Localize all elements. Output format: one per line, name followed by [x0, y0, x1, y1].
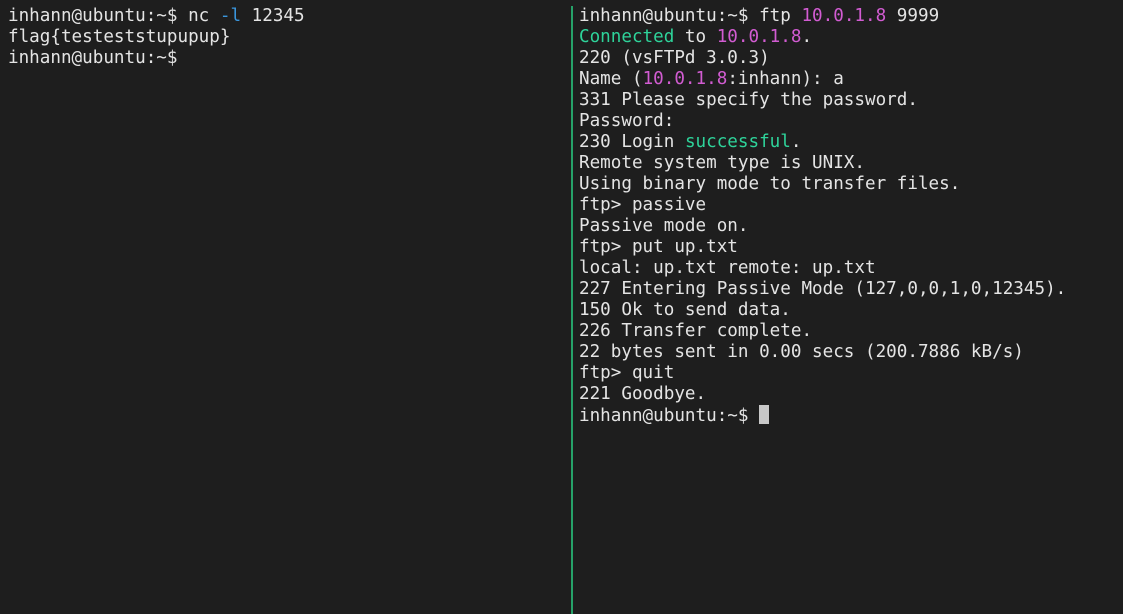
terminal-text-segment: local: up.txt remote: up.txt [579, 258, 876, 278]
terminal-text-segment: Password: [579, 111, 675, 131]
terminal-line: inhann@ubuntu:~$ [579, 405, 1119, 426]
terminal-text-segment: -l [219, 6, 242, 26]
terminal-window[interactable]: inhann@ubuntu:~$ nc -l 12345 flag{testest… [0, 0, 1123, 614]
text-cursor [759, 405, 770, 424]
terminal-text-segment: inhann@ubuntu:~$ ftp [579, 6, 802, 26]
terminal-line: inhann@ubuntu:~$ [8, 48, 563, 69]
terminal-text-segment: Passive mode on. [579, 216, 749, 236]
terminal-line: 221 Goodbye. [579, 384, 1119, 405]
terminal-line: local: up.txt remote: up.txt [579, 258, 1119, 279]
terminal-text-segment: ftp> put up.txt [579, 237, 738, 257]
terminal-text-segment: 12345 [241, 6, 305, 26]
pane-divider[interactable] [571, 0, 573, 614]
terminal-text-segment: Name ( [579, 69, 643, 89]
terminal-text-segment: :inhann): a [727, 69, 844, 89]
terminal-line: Name (10.0.1.8:inhann): a [579, 69, 1119, 90]
terminal-text-segment: to [674, 27, 717, 47]
terminal-line: 150 Ok to send data. [579, 300, 1119, 321]
terminal-line: Connected to 10.0.1.8. [579, 27, 1119, 48]
left-terminal-pane[interactable]: inhann@ubuntu:~$ nc -l 12345 flag{testest… [8, 6, 563, 69]
terminal-text-segment: inhann@ubuntu:~$ nc [8, 6, 220, 26]
terminal-line: 22 bytes sent in 0.00 secs (200.7886 kB/… [579, 342, 1119, 363]
terminal-text-segment: 221 Goodbye. [579, 384, 707, 404]
terminal-text-segment: ftp> quit [579, 363, 675, 383]
terminal-line: inhann@ubuntu:~$ ftp 10.0.1.8 9999 [579, 6, 1119, 27]
terminal-text-segment: flag{testeststupupup} [8, 27, 231, 47]
terminal-text-segment: Connected [579, 27, 675, 47]
terminal-line: 220 (vsFTPd 3.0.3) [579, 48, 1119, 69]
terminal-text-segment: inhann@ubuntu:~$ [8, 48, 178, 68]
terminal-line: Remote system type is UNIX. [579, 153, 1119, 174]
terminal-text-segment: ftp> passive [579, 195, 707, 215]
terminal-line: flag{testeststupupup} [8, 27, 563, 48]
terminal-text-segment: Using binary mode to transfer files. [579, 174, 961, 194]
terminal-text-segment: 230 Login [579, 132, 685, 152]
terminal-line: 230 Login successful. [579, 132, 1119, 153]
terminal-text-segment: . [790, 132, 802, 152]
terminal-line: ftp> passive [579, 195, 1119, 216]
terminal-text-segment: 226 Transfer complete. [579, 321, 813, 341]
terminal-line: inhann@ubuntu:~$ nc -l 12345 [8, 6, 563, 27]
terminal-text-segment: 10.0.1.8 [801, 6, 887, 26]
terminal-text-segment: 10.0.1.8 [716, 27, 802, 47]
terminal-line: 226 Transfer complete. [579, 321, 1119, 342]
terminal-text-segment: 220 (vsFTPd 3.0.3) [579, 48, 770, 68]
terminal-line: Using binary mode to transfer files. [579, 174, 1119, 195]
terminal-line: 227 Entering Passive Mode (127,0,0,1,0,1… [579, 279, 1119, 300]
terminal-text-segment: 150 Ok to send data. [579, 300, 791, 320]
terminal-line: ftp> put up.txt [579, 237, 1119, 258]
terminal-line: ftp> quit [579, 363, 1119, 384]
terminal-text-segment: inhann@ubuntu:~$ [579, 406, 760, 426]
terminal-text-segment: 10.0.1.8 [642, 69, 728, 89]
terminal-text-segment: 331 Please specify the password. [579, 90, 918, 110]
terminal-line: Password: [579, 111, 1119, 132]
terminal-text-segment: Remote system type is UNIX. [579, 153, 865, 173]
terminal-text-segment: . [801, 27, 813, 47]
terminal-line: 331 Please specify the password. [579, 90, 1119, 111]
terminal-text-segment: 22 bytes sent in 0.00 secs (200.7886 kB/… [579, 342, 1024, 362]
terminal-line: Passive mode on. [579, 216, 1119, 237]
pane-divider-gap [571, 0, 573, 6]
terminal-text-segment: 227 Entering Passive Mode (127,0,0,1,0,1… [579, 279, 1067, 299]
terminal-text-segment: successful [684, 132, 791, 152]
right-terminal-pane[interactable]: inhann@ubuntu:~$ ftp 10.0.1.8 9999 Connec… [579, 6, 1119, 426]
terminal-text-segment: 9999 [886, 6, 940, 26]
